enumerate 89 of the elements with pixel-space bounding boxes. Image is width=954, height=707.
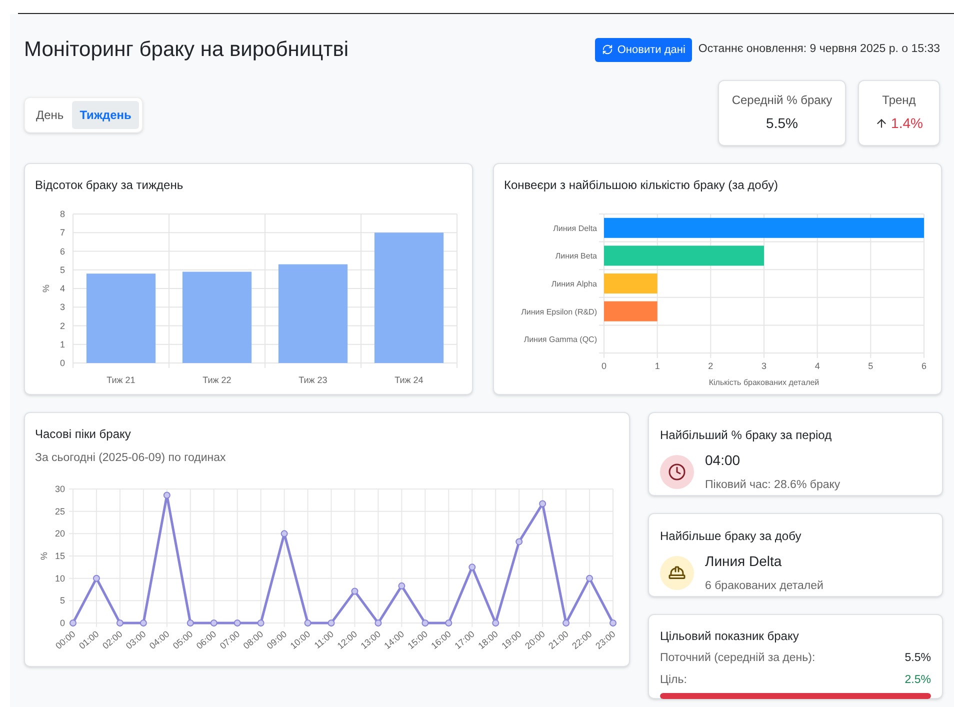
card-title: Найбільше браку за добу — [660, 528, 802, 544]
axis-tick-label: 25 — [54, 506, 65, 516]
stat-value: 5.5% — [766, 114, 798, 133]
card-title: Часові піки браку — [35, 426, 132, 442]
axis-tick-label: 8 — [60, 208, 65, 218]
refresh-icon — [602, 44, 614, 56]
data-point — [70, 619, 76, 626]
axis-tick-label: 15 — [54, 550, 65, 561]
axis-tick-label: 7 — [60, 227, 65, 238]
data-point — [140, 619, 147, 626]
refresh-button[interactable]: Оновити дані — [595, 38, 692, 62]
axis-tick-label: 20 — [54, 528, 65, 538]
card-title: Конвеєри з найбільшою кількістю браку (за добу) — [504, 176, 779, 194]
axis-tick-label: 4 — [60, 283, 65, 293]
info-value: 04:00 — [705, 450, 742, 470]
data-point — [304, 619, 312, 626]
axis-tick-label: Тиж 21 — [106, 374, 136, 384]
period-tab[interactable]: Тиждень — [72, 100, 140, 128]
data-point — [468, 563, 476, 570]
axis-tick-label: 5 — [60, 264, 65, 274]
info-value: Линия Delta — [705, 552, 783, 570]
period-tab[interactable]: День — [28, 100, 72, 128]
axis-tick-label: 6 — [922, 360, 926, 370]
data-point — [257, 619, 264, 626]
data-point — [351, 588, 358, 595]
axis-tick-label: 0 — [60, 618, 65, 628]
bar — [604, 273, 658, 293]
data-point — [562, 619, 570, 626]
axis-label: % — [39, 552, 49, 560]
axis-tick-label: 4 — [814, 360, 820, 370]
axis-label: % — [41, 284, 51, 292]
axis-tick-label: 30 — [54, 484, 65, 494]
page-title: Моніторинг браку на виробництві — [24, 37, 349, 63]
data-point — [374, 619, 382, 626]
stat-label: Середній % браку — [732, 92, 832, 109]
last-update-text: Останнє оновлення: 9 червня 2025 р. о 15:33 — [698, 42, 940, 58]
axis-tick-label: 3 — [60, 302, 65, 312]
axis-tick-label: Линия Gamma (QC) — [524, 334, 597, 344]
axis-tick-label: Линия Delta — [553, 223, 597, 232]
arrow-up-icon — [875, 117, 888, 130]
hard-hat-icon — [668, 564, 686, 582]
info-detail: 6 бракованих деталей — [705, 578, 824, 594]
data-point — [445, 619, 452, 626]
axis-tick-label: 2 — [708, 360, 714, 370]
axis-tick-label: Линия Beta — [555, 251, 597, 260]
card-title: Цільовий показник браку — [660, 628, 800, 644]
data-point — [234, 619, 241, 626]
axis-tick-label: 10 — [54, 573, 65, 584]
data-point — [586, 574, 594, 582]
axis-tick-label: 2 — [60, 320, 65, 330]
info-detail: Піковий час: 28.6% браку — [705, 478, 840, 492]
clock-icon — [668, 462, 686, 481]
axis-tick-label: 0 — [602, 360, 606, 370]
card-title: Найбільший % браку за період — [660, 426, 833, 444]
card-subtitle: За сьогодні (2025-06-09) по годинах — [35, 450, 227, 466]
data-point — [210, 619, 218, 626]
data-point — [163, 492, 170, 498]
axis-tick-label: 1 — [60, 338, 65, 349]
axis-tick-label: 1 — [654, 360, 660, 370]
data-point — [186, 619, 194, 626]
data-point — [116, 619, 124, 626]
goal-value: 2.5% — [904, 672, 931, 688]
data-point — [422, 619, 429, 626]
axis-tick-label: 5 — [868, 360, 874, 370]
data-point — [516, 538, 523, 545]
current-label: Поточний (середній за день): — [660, 650, 816, 666]
data-point — [610, 619, 616, 626]
axis-tick-label: Линия Alpha — [551, 279, 597, 288]
goal-label: Ціль: — [660, 672, 687, 688]
axis-tick-label: Тиж 24 — [394, 374, 424, 384]
axis-tick-label: Тиж 22 — [202, 374, 232, 384]
axis-tick-label: Линия Epsilon (R&D) — [521, 306, 597, 316]
axis-label: Кількість бракованих деталей — [708, 378, 820, 386]
axis-tick-label: 0 — [60, 358, 65, 368]
data-point — [92, 574, 100, 582]
stat-label: Тренд — [882, 92, 916, 109]
data-point — [492, 619, 500, 626]
axis-tick-label: 3 — [762, 360, 766, 370]
axis-tick-label: Тиж 23 — [298, 374, 328, 384]
axis-tick-label: 5 — [60, 595, 65, 606]
card-title: Відсоток браку за тиждень — [35, 176, 184, 194]
axis-tick-label: 6 — [60, 246, 65, 256]
current-value: 5.5% — [904, 650, 931, 666]
data-point — [328, 619, 335, 626]
stat-value: 1.4% — [891, 114, 923, 133]
bar — [604, 300, 658, 321]
data-point — [280, 530, 288, 537]
data-point — [539, 500, 546, 507]
data-point — [398, 582, 406, 590]
